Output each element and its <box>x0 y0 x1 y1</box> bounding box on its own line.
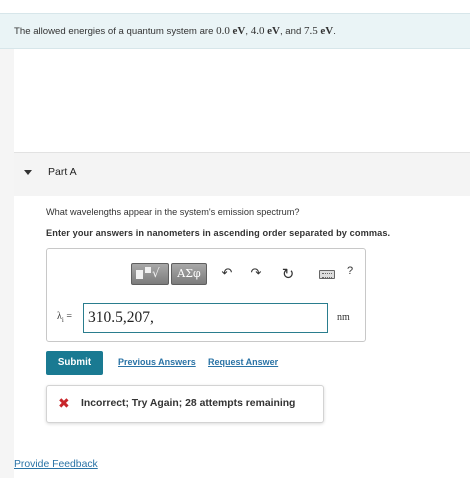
previous-answers-link[interactable]: Previous Answers <box>118 357 196 367</box>
energy-unit-1: eV <box>232 25 246 37</box>
question-text: What wavelengths appear in the system's … <box>46 207 300 217</box>
answer-panel: √ ΑΣφ ↶ ↷ ↻ ? λi = 310.5,207, nm <box>46 248 366 342</box>
undo-icon[interactable]: ↶ <box>218 265 236 283</box>
answer-input[interactable]: 310.5,207, <box>83 303 328 333</box>
radical-icon: √ <box>152 266 160 280</box>
energy-separator-2: , and <box>279 26 304 37</box>
feedback-message-box: ✖ Incorrect; Try Again; 28 attempts rema… <box>46 385 324 423</box>
energy-value-3: 7.5 <box>303 25 318 37</box>
request-answer-link[interactable]: Request Answer <box>208 357 278 367</box>
provide-feedback-link[interactable]: Provide Feedback <box>14 459 98 470</box>
feedback-text: Incorrect; Try Again; 28 attempts remain… <box>81 398 296 409</box>
left-gutter <box>0 49 14 478</box>
redo-icon[interactable]: ↷ <box>247 265 265 283</box>
keyboard-icon[interactable] <box>319 270 335 279</box>
reset-icon[interactable]: ↻ <box>279 265 297 283</box>
energy-unit-3: eV <box>320 25 334 37</box>
energy-value-1: 0.0 <box>216 25 230 37</box>
energy-unit-2: eV <box>267 25 280 37</box>
part-title: Part A <box>48 166 77 178</box>
problem-statement: The allowed energies of a quantum system… <box>14 25 336 37</box>
caret-down-icon[interactable] <box>24 170 32 175</box>
instruction-text: Enter your answers in nanometers in asce… <box>46 228 391 238</box>
help-icon[interactable]: ? <box>347 265 353 277</box>
energy-value-2: 4.0 <box>250 25 265 37</box>
template-exponent-icon <box>145 267 151 273</box>
energy-separator-3: . <box>333 26 336 37</box>
problem-statement-banner: The allowed energies of a quantum system… <box>0 13 470 49</box>
problem-prefix: The allowed energies of a quantum system… <box>14 26 217 37</box>
equals-sign: = <box>63 311 72 322</box>
error-x-icon: ✖ <box>58 396 70 412</box>
math-toolbar: √ ΑΣφ ↶ ↷ ↻ ? <box>85 261 353 291</box>
templates-button[interactable]: √ <box>131 263 169 285</box>
answer-variable-label: λi = <box>57 311 72 324</box>
answer-unit: nm <box>337 312 350 323</box>
template-box-icon <box>136 270 143 279</box>
submit-button[interactable]: Submit <box>46 351 103 375</box>
part-a-header[interactable]: Part A <box>14 152 470 196</box>
greek-symbols-button[interactable]: ΑΣφ <box>171 263 207 285</box>
